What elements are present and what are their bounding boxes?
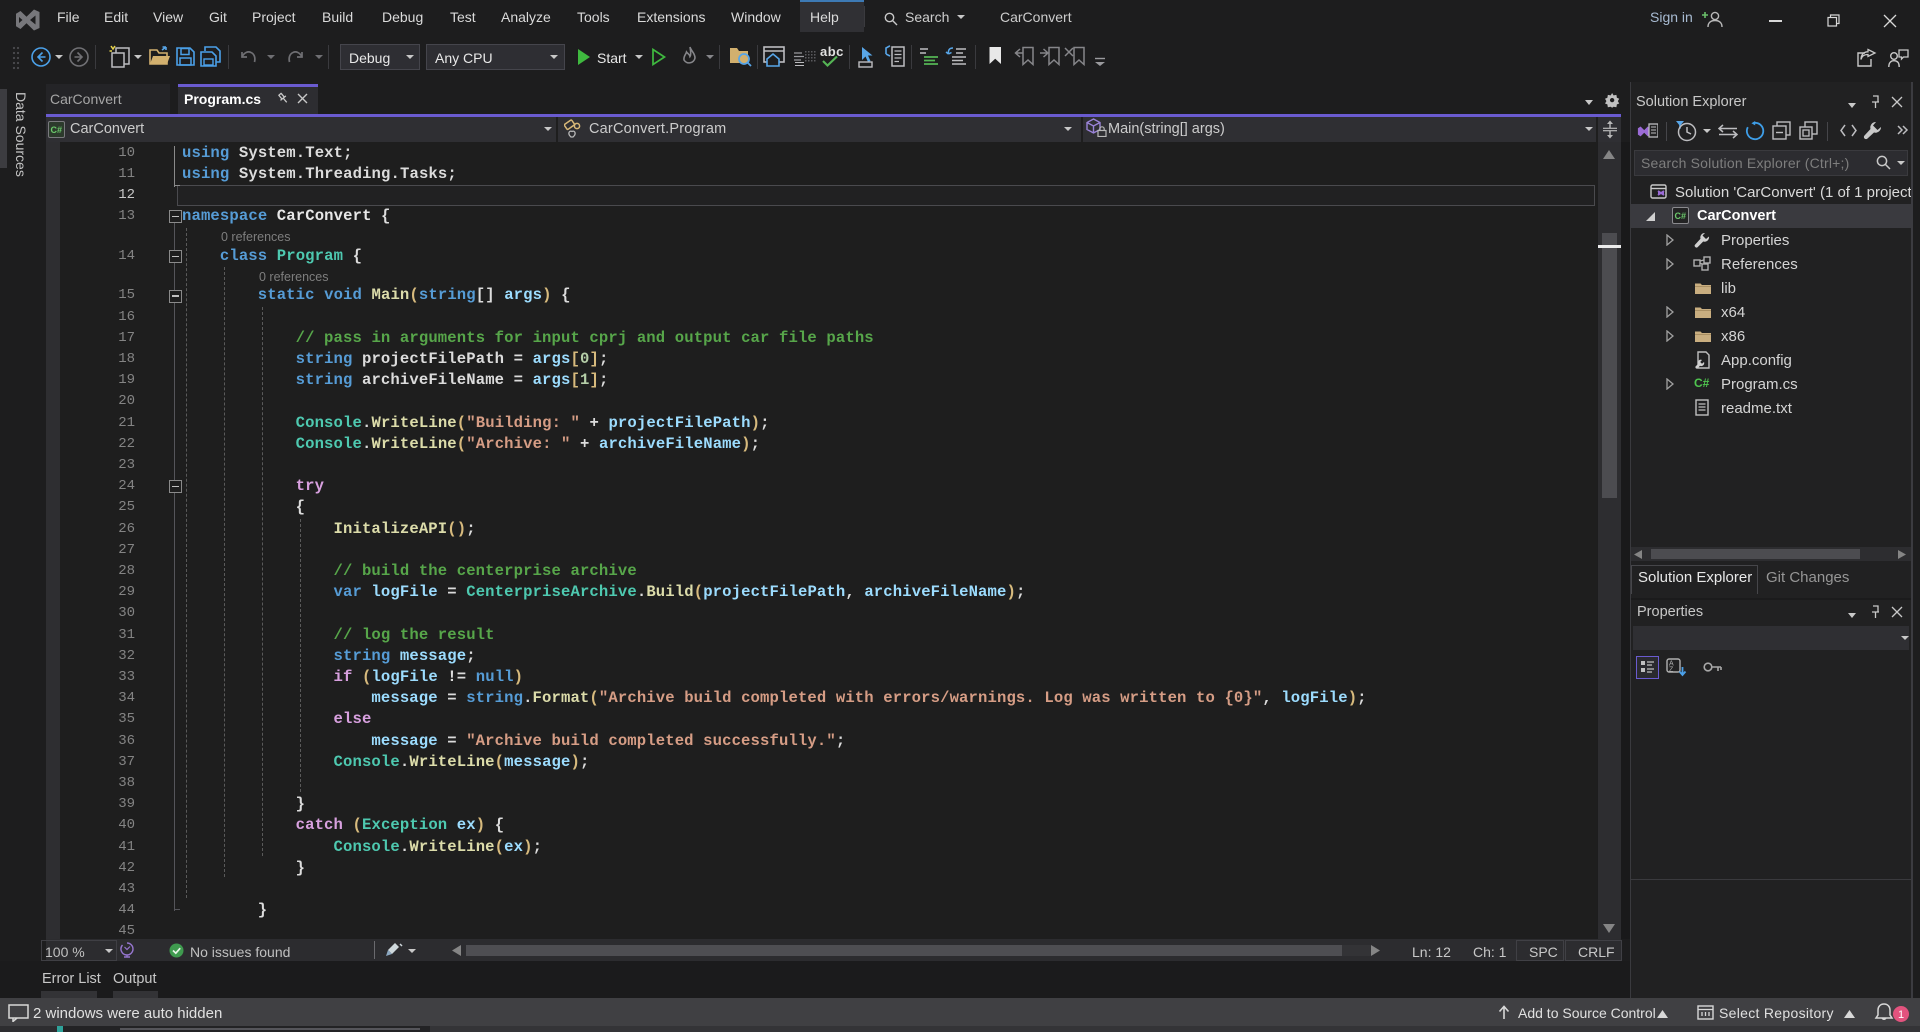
svg-text:Z: Z	[1669, 667, 1674, 674]
